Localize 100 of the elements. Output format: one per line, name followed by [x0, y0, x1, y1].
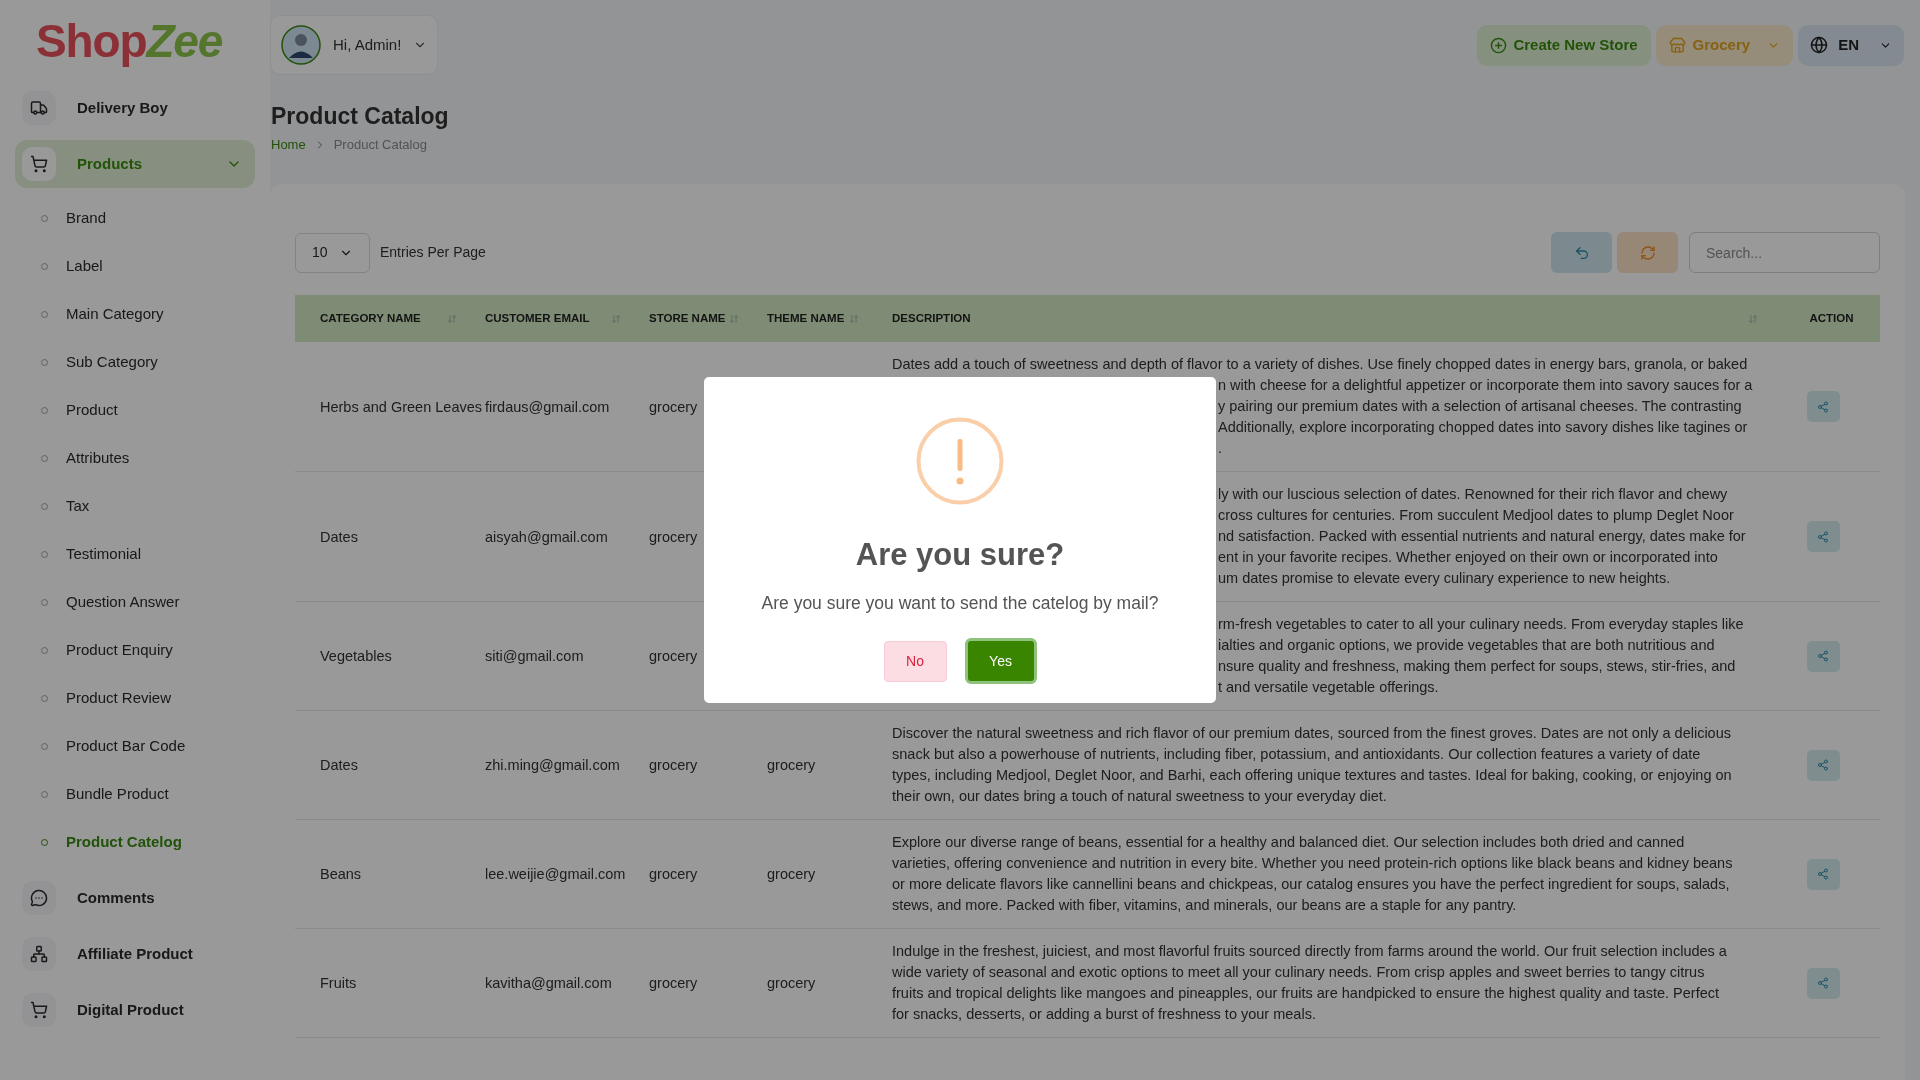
sort-icon[interactable] — [729, 313, 740, 324]
table-cell: siti@gmail.com — [485, 648, 584, 665]
table-cell: grocery — [649, 975, 698, 992]
submenu-item[interactable]: Product Review — [15, 674, 255, 722]
column-header[interactable]: THEME NAME — [767, 310, 859, 328]
plus-circle-icon — [1490, 36, 1508, 54]
no-button[interactable]: No — [883, 640, 947, 682]
table-cell: grocery — [767, 866, 816, 883]
sort-icon[interactable] — [447, 313, 457, 324]
language-select[interactable]: EN — [1798, 24, 1904, 66]
yes-button[interactable]: Yes — [964, 638, 1037, 685]
column-header[interactable]: CUSTOMER EMAIL — [485, 310, 621, 328]
dialog-title: Are you sure? — [855, 539, 1065, 570]
submenu-item[interactable]: Attributes — [15, 434, 255, 482]
share-button[interactable] — [1806, 640, 1840, 672]
chat-icon — [30, 889, 48, 907]
share-icon — [1817, 977, 1829, 990]
share-button[interactable] — [1806, 521, 1840, 553]
description-text: n with cheese for a delightful appetizer or incorporate them into savory sauces for a — [1218, 376, 1753, 396]
table-cell: Dates — [320, 757, 358, 774]
table-cell: aisyah@gmail.com — [485, 528, 608, 545]
submenu-item[interactable]: Testimonial — [15, 530, 255, 578]
search-field[interactable]: Search... — [1689, 232, 1880, 274]
network-icon — [30, 945, 48, 963]
submenu-item[interactable]: Product Enquiry — [15, 626, 255, 674]
greeting-text: Hi, Admin! — [333, 34, 402, 55]
description-text: Explore our diverse range of beans, essential for a healthy and balanced diet. Our selection includes both dried and canned varieties, offering convenience and nutrition in every bite. Whether you need protein-rich options like black beans and kidney beans or more delicate flavors like cannellini beans and chickpeas, our catalog ensures you have the perfect ingredient for soups, salads, stews, and more. Packed with fiber, vitamins, and minerals, our beans are a staple for any pantry. — [892, 833, 1734, 916]
cart-icon — [30, 1001, 48, 1019]
submenu-item[interactable]: Bundle Product — [15, 770, 255, 818]
description-text: rm-fresh vegetables to cater to all your culinary needs. From everyday staples like — [1218, 615, 1744, 635]
submenu-item[interactable]: Question Answer — [15, 578, 255, 626]
table-cell: kavitha@gmail.com — [485, 975, 612, 992]
description-text: um dates promise to elevate every culinary experience to new heights. — [1218, 569, 1671, 589]
share-button[interactable] — [1806, 749, 1840, 781]
column-header[interactable]: STORE NAME — [649, 310, 739, 328]
sidebar-item[interactable]: Delivery Boy — [15, 84, 255, 132]
description-text: Indulge in the freshest, juiciest, and most flavorful fruits sourced directly from farms around the world. Our fruit selection includes a wide variety of seasonal and exotic options to meet all your culinary needs. From crisp apples and sweet berries to tangy citrus fruits and tropical delights like mangoes and pineapples, our fruits are handpicked to ensure the highest quality and taste. Perfect for snacks, desserts, or adding a burst of freshness to your meals. — [892, 942, 1728, 1025]
undo-button[interactable] — [1551, 232, 1612, 274]
globe-icon — [1810, 36, 1829, 54]
table-cell: Fruits — [320, 975, 357, 992]
sidebar-item[interactable]: Comments — [15, 874, 255, 922]
store-icon — [1668, 36, 1686, 54]
table-cell: grocery — [649, 398, 698, 415]
submenu-item[interactable]: Sub Category — [15, 338, 255, 386]
table-cell: Dates — [320, 528, 358, 545]
share-button[interactable] — [1806, 858, 1840, 890]
share-button[interactable] — [1806, 391, 1840, 423]
submenu-item[interactable]: Brand — [15, 194, 255, 242]
table-cell: zhi.ming@gmail.com — [485, 757, 620, 774]
share-icon — [1817, 759, 1829, 772]
share-icon — [1817, 530, 1829, 543]
column-header[interactable]: ACTION — [1791, 310, 1872, 328]
table-cell: Beans — [320, 866, 362, 883]
description-text: ly with our luscious selection of dates. Renowned for their rich flavor and chewy — [1218, 485, 1728, 505]
column-header[interactable]: DESCRIPTION — [892, 310, 1758, 328]
cart-icon — [30, 155, 48, 173]
column-header[interactable]: CATEGORY NAME — [320, 310, 457, 328]
warning-icon — [916, 417, 1004, 505]
breadcrumb-current: Product Catalog — [333, 135, 427, 154]
sort-icon[interactable] — [611, 313, 621, 324]
table-cell: firdaus@gmail.com — [485, 398, 610, 415]
user-menu[interactable]: Hi, Admin! — [270, 15, 439, 75]
entries-label: Entries Per Page — [380, 243, 486, 263]
submenu-item[interactable]: Product — [15, 386, 255, 434]
table-cell: Herbs and Green Leaves — [320, 398, 482, 415]
table-cell: grocery — [649, 648, 698, 665]
description-text: ent in your favorite recipes. Whether enjoyed on their own or incorporated into — [1218, 548, 1718, 568]
table-cell: Vegetables — [320, 648, 392, 665]
breadcrumb-link[interactable]: Home — [271, 134, 306, 155]
table-cell: grocery — [767, 757, 816, 774]
description-text: Discover the natural sweetness and rich flavor of our premium dates, sourced from the finest groves. Dates are not only a delicious snack but also a powerhouse of nutrients, including fiber, potassium, and antioxidants. Our collection features a variety of date types, including Medjool, Deglet Noor, and Barhi, each offering unique textures and tastes. Ideal for baking, cooking, or enjoying on their own, our dates bring a touch of natural sweetness to your everyday diet. — [892, 724, 1733, 807]
avatar-icon — [281, 25, 321, 65]
submenu-item[interactable]: Product Bar Code — [15, 722, 255, 770]
table-cell: grocery — [767, 975, 816, 992]
undo-icon — [1573, 244, 1590, 261]
description-text: Additionally, explore incorporating chopped dates into savory dishes like tagines or — [1218, 418, 1748, 438]
submenu-item[interactable]: Label — [15, 242, 255, 290]
share-icon — [1817, 868, 1829, 881]
sidebar-item[interactable]: Affiliate Product — [15, 930, 255, 978]
sidebar-item[interactable]: Digital Product — [15, 986, 255, 1034]
description-text: nsure quality and freshness, making them perfect for soups, stews, stir-fries, and — [1218, 657, 1736, 677]
share-icon — [1817, 400, 1829, 413]
description-text: Dates add a touch of sweetness and depth of flavor to a variety of dishes. Use finely chopped dates in energy bars, granola, or baked — [892, 355, 1748, 375]
submenu-item[interactable]: Tax — [15, 482, 255, 530]
description-text: y pairing our premium dates with a selection of artisanal cheeses. The contrasting — [1218, 397, 1742, 417]
submenu-item[interactable]: Product Catelog — [15, 818, 255, 866]
sort-icon[interactable] — [1748, 313, 1758, 324]
table-cell: grocery — [649, 528, 698, 545]
refresh-icon — [1639, 244, 1656, 261]
table-cell: grocery — [649, 866, 698, 883]
table-cell: lee.weijie@gmail.com — [485, 866, 626, 883]
refresh-button[interactable] — [1617, 232, 1678, 274]
share-button[interactable] — [1806, 967, 1840, 999]
truck-icon — [30, 99, 48, 117]
submenu-item[interactable]: Main Category — [15, 290, 255, 338]
entries-select[interactable]: 10 — [295, 232, 370, 273]
sort-icon[interactable] — [849, 313, 859, 324]
page-title: Product Catalog — [271, 102, 450, 131]
table-cell: grocery — [649, 757, 698, 774]
description-text: . — [1218, 439, 1223, 459]
